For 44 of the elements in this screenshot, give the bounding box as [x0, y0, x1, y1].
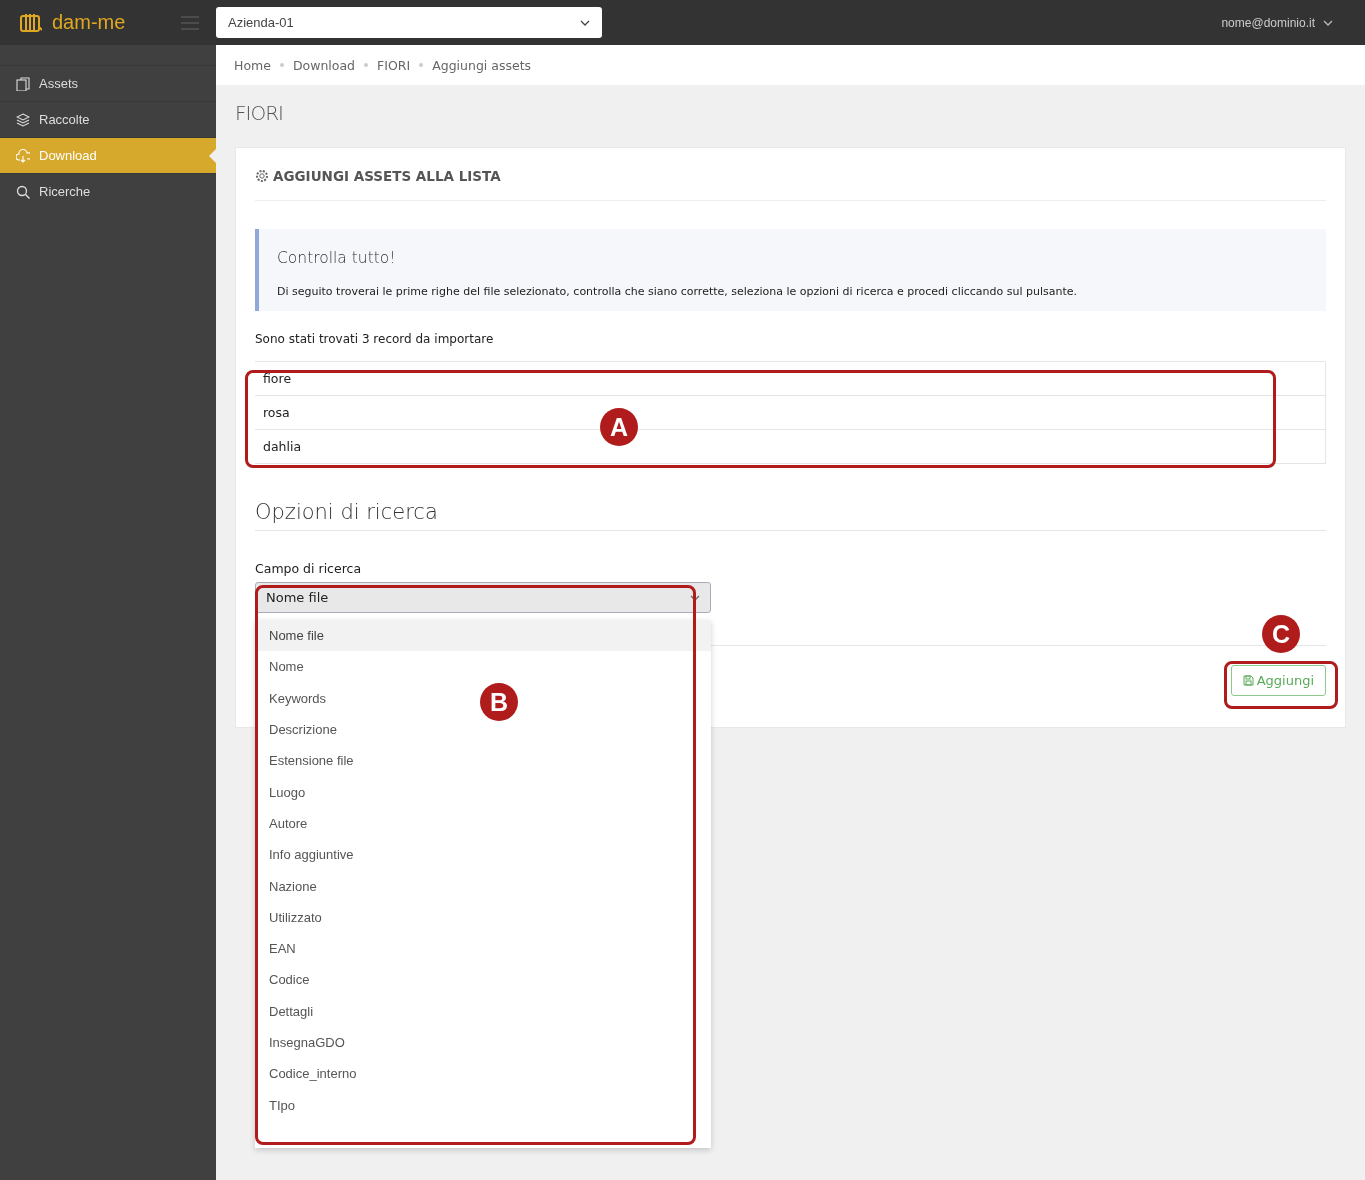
dropdown-option[interactable]: Autore — [255, 807, 314, 840]
dropdown-option[interactable]: Info aggiuntive — [255, 839, 360, 871]
dropdown-option[interactable]: Descrizione — [255, 713, 343, 746]
menu-icon[interactable] — [181, 15, 200, 30]
save-icon — [1242, 675, 1254, 686]
breadcrumb-link[interactable]: Download — [292, 57, 356, 73]
dropdown-option[interactable]: InsegnaGDO — [255, 1026, 351, 1059]
company-select[interactable]: Azienda-01 — [216, 7, 602, 38]
user-menu[interactable]: nome@dominio.it — [1215, 14, 1339, 31]
search-icon — [16, 184, 30, 199]
dropdown-option[interactable]: Estensione file — [255, 745, 360, 777]
gear-icon — [255, 169, 269, 183]
card-title: AGGIUNGI ASSETS ALLA LISTA — [273, 168, 501, 184]
dropdown-option[interactable]: TIpo — [255, 1089, 301, 1121]
dropdown-option[interactable]: Nome — [255, 651, 310, 683]
dropdown-option[interactable]: Keywords — [255, 682, 333, 714]
cloud-download-icon — [16, 148, 30, 163]
section-heading: Opzioni di ricerca — [255, 500, 1326, 531]
sidebar-item[interactable]: Assets — [0, 65, 216, 101]
table-cell: fiore — [255, 361, 1326, 396]
logo-icon — [20, 12, 42, 33]
search-field-select[interactable]: Nome file — [255, 582, 711, 613]
breadcrumb-link[interactable]: Aggiungi assets — [432, 57, 532, 73]
chevron-down-icon — [690, 594, 700, 601]
dropdown-option[interactable]: Codice — [255, 964, 316, 996]
page-title: FIORI — [234, 100, 284, 127]
dropdown-option[interactable]: Luogo — [255, 776, 312, 808]
logo-text: dam-me — [52, 11, 126, 34]
chevron-down-icon — [1323, 19, 1333, 26]
files-icon — [16, 76, 30, 91]
dropdown-option[interactable]: EAN — [255, 932, 302, 965]
dropdown-option[interactable]: Nazione — [255, 870, 323, 902]
breadcrumb-link[interactable]: Home — [234, 57, 271, 73]
records-count-text: Sono stati trovati 3 record da importare — [255, 332, 495, 346]
dropdown-option[interactable]: Codice_interno — [255, 1058, 363, 1090]
layers-icon — [16, 112, 30, 127]
alert-heading: Controlla tutto! — [277, 249, 397, 267]
dropdown-option[interactable]: Utilizzato — [255, 901, 328, 933]
dropdown-option[interactable]: Dettagli — [255, 995, 320, 1027]
chevron-down-icon — [580, 19, 590, 26]
field-label: Campo di ricerca — [255, 561, 363, 576]
alert-text: Di seguito troverai le prime righe del file selezionato, controlla che siano corrette, seleziona le opzioni di ricerca e procedi cliccando sul pulsante. — [277, 285, 1079, 298]
dropdown-option[interactable]: Nome file — [255, 620, 711, 652]
breadcrumb-link[interactable]: FIORI — [377, 57, 411, 73]
